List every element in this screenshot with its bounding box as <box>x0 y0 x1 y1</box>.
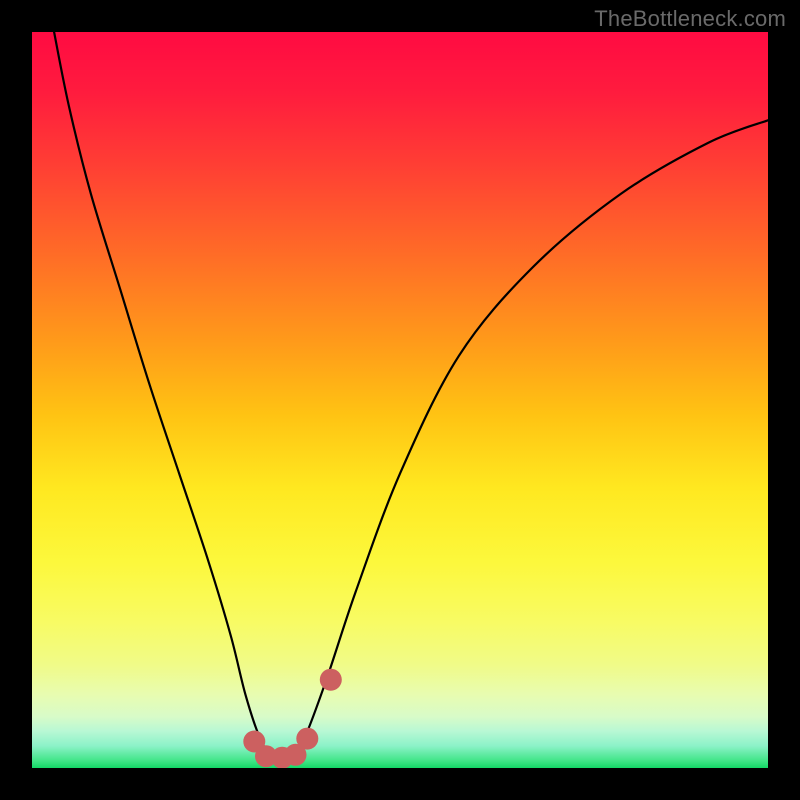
bottleneck-curve-path <box>54 32 768 763</box>
bottleneck-curve-svg <box>32 32 768 768</box>
trough-point-6 <box>320 669 342 691</box>
trough-point-5 <box>296 728 318 750</box>
chart-plot-area <box>32 32 768 768</box>
outer-frame: TheBottleneck.com <box>0 0 800 800</box>
watermark-text: TheBottleneck.com <box>594 6 786 32</box>
trough-highlight-group <box>243 669 341 768</box>
